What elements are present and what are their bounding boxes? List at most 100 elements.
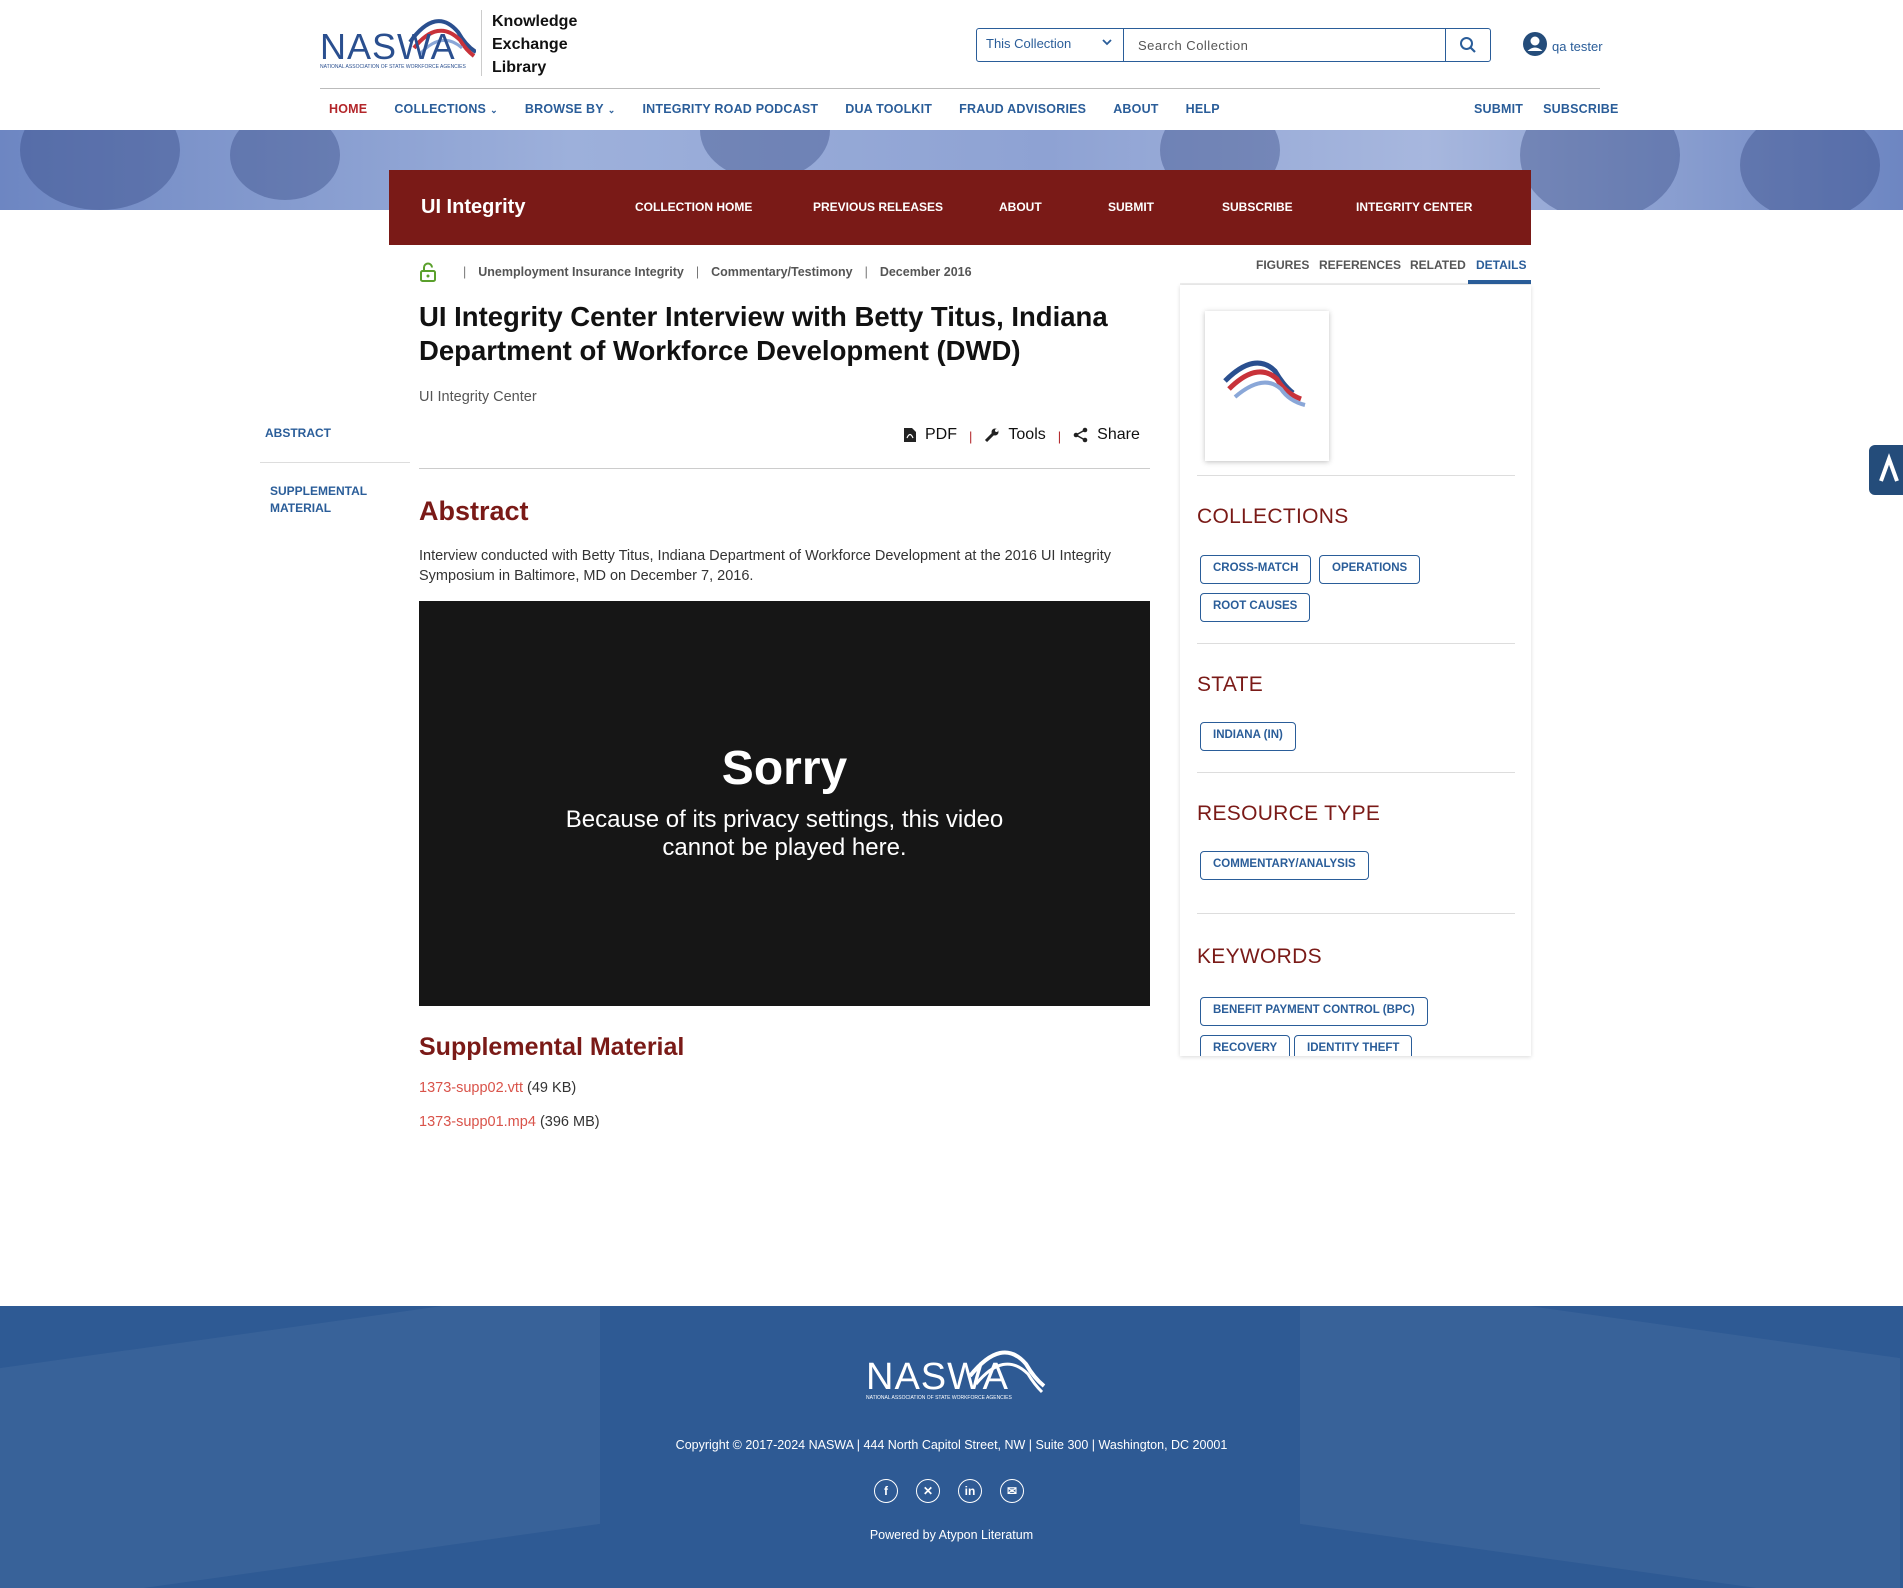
breadcrumb-item[interactable]: Commentary/Testimony	[711, 265, 852, 279]
tab-related[interactable]: RELATED	[1410, 258, 1466, 272]
logo-divider	[481, 10, 482, 76]
nav-help[interactable]: HELP	[1177, 102, 1220, 118]
tag-keyword[interactable]: BENEFIT PAYMENT CONTROL (BPC)	[1200, 997, 1428, 1026]
facebook-icon[interactable]: f	[874, 1479, 898, 1503]
share-icon	[1073, 427, 1088, 442]
supplemental-file-link[interactable]: 1373-supp02.vtt	[419, 1080, 523, 1096]
nav-subscribe[interactable]: SUBSCRIBE	[1534, 102, 1618, 116]
collection-nav-previous-releases[interactable]: PREVIOUS RELEASES	[813, 200, 943, 214]
collection-nav-submit[interactable]: SUBMIT	[1108, 200, 1154, 214]
pdf-icon	[904, 427, 916, 442]
nav-submit[interactable]: SUBMIT	[1465, 102, 1523, 116]
toc-supplemental-link[interactable]: SUPPLEMENTAL MATERIAL	[270, 483, 380, 517]
video-error-heading: Sorry	[721, 742, 848, 795]
tag-keyword[interactable]: IDENTITY THEFT	[1294, 1035, 1413, 1056]
collection-nav-about[interactable]: ABOUT	[999, 200, 1042, 214]
nav-fraud-advisories[interactable]: FRAUD ADVISORIES	[950, 102, 1086, 118]
abstract-heading: Abstract	[419, 496, 529, 526]
footer-logo-text: NASWA	[866, 1356, 1009, 1398]
linkedin-icon[interactable]: in	[958, 1479, 982, 1503]
library-title[interactable]: Knowledge Exchange Library	[492, 10, 577, 79]
email-icon[interactable]: ✉	[1000, 1479, 1024, 1503]
search-scope-select[interactable]: This Collection	[977, 29, 1124, 61]
powered-by[interactable]: Powered by Atypon Literatum	[0, 1528, 1903, 1542]
nav-collections[interactable]: COLLECTIONS ⌄	[385, 102, 498, 118]
state-heading: STATE	[1197, 673, 1264, 696]
section-divider	[419, 468, 1150, 469]
abstract-text: Interview conducted with Betty Titus, In…	[419, 548, 1112, 584]
details-panel: COLLECTIONS CROSS-MATCH OPERATIONS ROOT …	[1180, 285, 1531, 1056]
user-avatar-icon	[1523, 32, 1547, 56]
supplemental-file-link[interactable]: 1373-supp01.mp4	[419, 1114, 536, 1130]
accessibility-widget-button[interactable]	[1869, 445, 1903, 495]
share-button[interactable]: Share	[1073, 426, 1140, 444]
tab-references[interactable]: REFERENCES	[1319, 258, 1401, 272]
copyright-text: Copyright © 2017-2024 NASWA | 444 North …	[675, 1438, 1228, 1452]
video-error-message: Because of its privacy settings, this vi…	[565, 806, 1004, 861]
supplemental-file: 1373-supp02.vtt (49 KB)	[419, 1080, 576, 1096]
tag-collection[interactable]: CROSS-MATCH	[1200, 555, 1312, 584]
collection-nav-subscribe[interactable]: SUBSCRIBE	[1222, 200, 1293, 214]
site-header: NASWA NATIONAL ASSOCIATION OF STATE WORK…	[0, 0, 1903, 130]
nav-right: SUBMIT SUBSCRIBE	[1454, 102, 1619, 116]
breadcrumb-item[interactable]: Unemployment Insurance Integrity	[478, 265, 684, 279]
tab-details[interactable]: DETAILS	[1476, 258, 1526, 272]
article-title: UI Integrity Center Interview with Betty…	[419, 301, 1108, 366]
search-icon	[1460, 37, 1476, 53]
tag-state[interactable]: INDIANA (IN)	[1200, 722, 1296, 751]
toc-divider	[260, 462, 410, 463]
user-name: qa tester	[1552, 38, 1603, 54]
wrench-icon	[985, 428, 999, 442]
open-access-lock-icon	[420, 262, 436, 282]
resource-type-heading: RESOURCE TYPE	[1197, 802, 1381, 825]
cover-thumbnail[interactable]	[1205, 311, 1329, 461]
toc-abstract-link[interactable]: ABSTRACT	[265, 426, 331, 440]
nav-home[interactable]: HOME	[320, 102, 367, 118]
footer-logo-subtext: NATIONAL ASSOCIATION OF STATE WORKFORCE …	[866, 1395, 1012, 1401]
search-button[interactable]	[1445, 29, 1490, 61]
supplemental-heading: Supplemental Material	[419, 1033, 685, 1061]
tag-collection[interactable]: ROOT CAUSES	[1200, 593, 1311, 622]
nav-integrity-road-podcast[interactable]: INTEGRITY ROAD PODCAST	[634, 102, 819, 118]
logo-subtext: NATIONAL ASSOCIATION OF STATE WORKFORCE …	[320, 64, 466, 70]
naswa-swoosh-icon	[1223, 360, 1306, 407]
tab-figures[interactable]: FIGURES	[1256, 258, 1309, 272]
search-input[interactable]	[1124, 29, 1445, 61]
article-author[interactable]: UI Integrity Center	[419, 389, 537, 405]
breadcrumb: | Unemployment Insurance Integrity | Com…	[419, 262, 972, 282]
tag-collection[interactable]: OPERATIONS	[1319, 555, 1421, 584]
search-bar: This Collection	[976, 28, 1491, 62]
collection-nav-integrity-center[interactable]: INTEGRITY CENTER	[1356, 200, 1472, 214]
footer-logo[interactable]: NASWA NATIONAL ASSOCIATION OF STATE WORK…	[866, 1342, 1056, 1412]
tag-keyword[interactable]: RECOVERY	[1200, 1035, 1291, 1056]
chevron-down-icon: ⌄	[607, 105, 616, 115]
logo-text: NASWA	[320, 26, 456, 67]
article-tools: PDF | Tools | Share	[903, 425, 1140, 444]
user-menu[interactable]: qa tester	[1522, 31, 1603, 57]
breadcrumb-date: December 2016	[879, 265, 972, 279]
tag-resource-type[interactable]: COMMENTARY/ANALYSIS	[1200, 851, 1369, 880]
file-size: (396 MB)	[539, 1114, 600, 1130]
active-tab-indicator	[1468, 280, 1531, 284]
collection-bar: UI Integrity COLLECTION HOME PREVIOUS RE…	[389, 170, 1531, 245]
file-size: (49 KB)	[527, 1080, 577, 1096]
video-player[interactable]: Sorry Because of its privacy settings, t…	[419, 601, 1150, 1006]
naswa-logo[interactable]: NASWA NATIONAL ASSOCIATION OF STATE WORK…	[320, 12, 476, 72]
chevron-down-icon: ⌄	[490, 105, 498, 115]
accessibility-logo-icon	[1879, 453, 1899, 482]
x-icon[interactable]: ✕	[916, 1479, 940, 1503]
keywords-heading: KEYWORDS	[1197, 945, 1322, 968]
nav-divider	[320, 88, 1600, 89]
chevron-down-icon	[1101, 35, 1113, 51]
nav-browse-by[interactable]: BROWSE BY ⌄	[516, 102, 616, 118]
collections-heading: COLLECTIONS	[1197, 505, 1349, 528]
tools-button[interactable]: Tools	[984, 426, 1046, 444]
collection-nav-home[interactable]: COLLECTION HOME	[635, 200, 752, 214]
social-links: f ✕ in ✉	[874, 1479, 1042, 1503]
site-footer: NASWA NATIONAL ASSOCIATION OF STATE WORK…	[0, 1306, 1903, 1588]
nav-about[interactable]: ABOUT	[1104, 102, 1158, 118]
pdf-button[interactable]: PDF	[903, 426, 957, 444]
supplemental-file: 1373-supp01.mp4 (396 MB)	[419, 1114, 600, 1130]
nav-dua-toolkit[interactable]: DUA TOOLKIT	[836, 102, 932, 118]
collection-title[interactable]: UI Integrity	[421, 196, 525, 219]
